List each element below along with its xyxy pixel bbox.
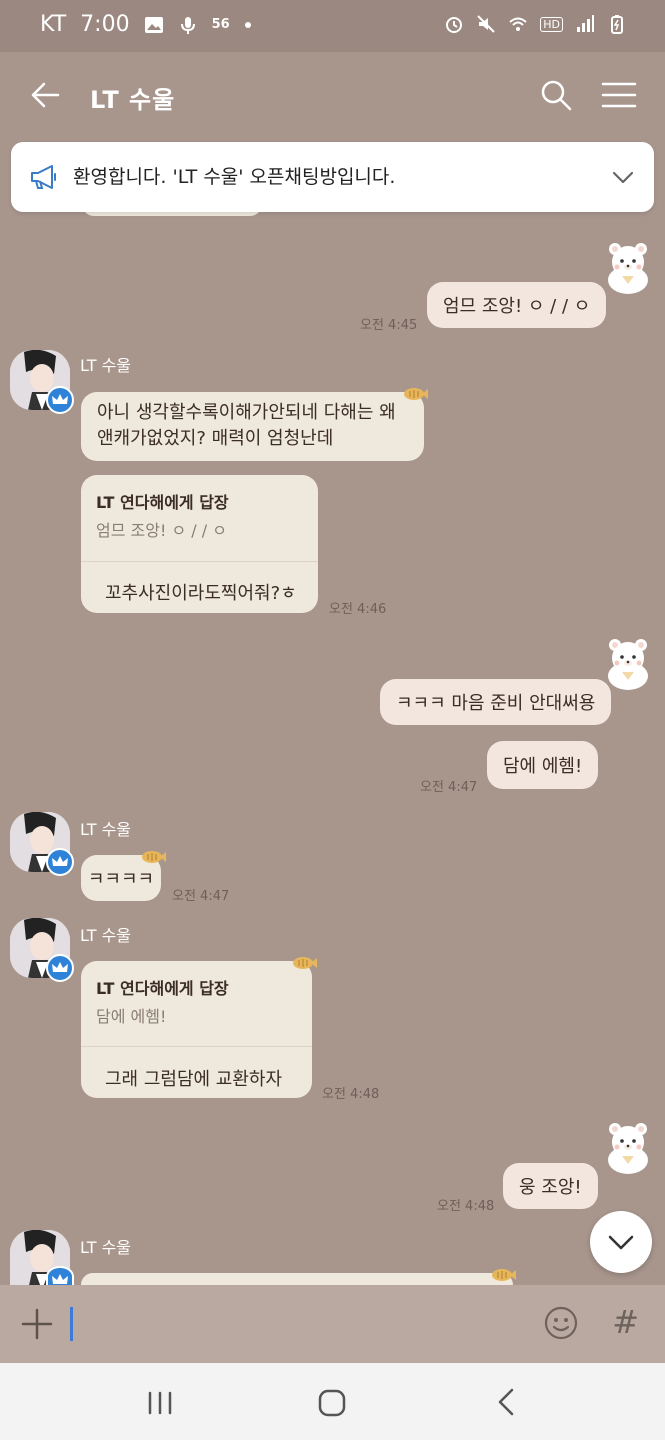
reply-divider [81, 561, 318, 562]
notice-text: 환영합니다. 'LT 수울' 오픈채팅방입니다. [73, 166, 396, 188]
fish-bread-icon [142, 851, 166, 863]
battery-icon [611, 15, 623, 34]
plus-icon[interactable] [20, 1307, 54, 1341]
hd-badge: HD [540, 16, 563, 32]
emoticon-icon[interactable] [543, 1305, 579, 1341]
reply-message-bubble[interactable]: LT 연다해에게 답장 담에 에헴! 그래 그럼담에 교환하자 [81, 961, 312, 1098]
crown-badge-icon [46, 848, 74, 876]
my-message-bubble[interactable]: 담에 에헴! [487, 741, 599, 789]
sender-name: LT 수울 [80, 356, 132, 375]
recent-apps-icon[interactable] [146, 1391, 174, 1415]
mute-icon [477, 15, 495, 33]
dot-icon [244, 21, 251, 28]
bear-profile-icon [608, 1123, 648, 1174]
scroll-down-button[interactable] [590, 1211, 652, 1273]
mic-icon [180, 16, 195, 34]
chat-title: LT 수울 [90, 86, 176, 114]
reply-quote: 엄므 조앙! ㅇ / / ㅇ [96, 521, 227, 540]
message-time: 오전 4:47 [420, 780, 478, 795]
reply-text: 꼬추사진이라도찍어줘?ㅎ [105, 583, 297, 604]
reply-text: 그래 그럼담에 교환하자 [105, 1069, 283, 1090]
reply-divider [81, 1046, 312, 1047]
gallery-icon [144, 16, 163, 33]
crown-badge-icon [46, 954, 74, 982]
reply-header: LT 연다해에게 답장 [96, 493, 229, 512]
reply-quote: 담에 에헴! [96, 1007, 167, 1026]
crown-badge-icon [46, 1266, 74, 1287]
notice-banner[interactable]: 환영합니다. 'LT 수울' 오픈채팅방입니다. [11, 142, 654, 212]
bear-profile-icon [608, 639, 648, 690]
other-message-bubble[interactable] [81, 1273, 513, 1285]
reply-message-bubble[interactable]: LT 연다해에게 답장 엄므 조앙! ㅇ / / ㅇ 꼬추사진이라도찍어줘?ㅎ [81, 475, 318, 613]
hashtag-button[interactable]: # [612, 1303, 639, 1341]
message-time: 오전 4:48 [437, 1199, 495, 1214]
my-message-bubble[interactable]: 엄므 조앙! ㅇ / / ㅇ [427, 282, 607, 328]
fish-bread-icon [404, 388, 428, 400]
message-time: 오전 4:48 [322, 1087, 380, 1102]
message-line-2: 앤캐가없었지? 매력이 엄청난데 [97, 428, 334, 449]
chat-header: LT 수울 [0, 52, 665, 140]
fish-bread-icon [293, 957, 317, 969]
search-icon[interactable] [539, 78, 573, 112]
back-icon[interactable] [494, 1387, 518, 1417]
clock: 7:00 [80, 12, 130, 37]
home-icon[interactable] [318, 1389, 346, 1417]
chevron-down-icon [608, 1235, 634, 1250]
message-line-1: 아니 생각할수록이해가안되네 다해는 왜 [97, 402, 396, 423]
menu-icon[interactable] [601, 78, 637, 112]
bear-profile-icon [608, 243, 648, 294]
message-time: 오전 4:47 [172, 889, 230, 904]
sender-name: LT 수울 [80, 1238, 132, 1257]
reply-header: LT 연다해에게 답장 [96, 979, 229, 998]
message-time: 오전 4:46 [329, 602, 387, 617]
message-time: 오전 4:45 [360, 318, 418, 333]
status-bar: KT 7:00 56 HD [0, 0, 665, 52]
sender-name: LT 수울 [80, 820, 132, 839]
message-input-bar: # [0, 1285, 665, 1363]
my-message-bubble[interactable]: 웅 조앙! [503, 1163, 598, 1209]
network-badge: 56 [211, 17, 230, 32]
crown-badge-icon [46, 386, 74, 414]
my-message-bubble[interactable]: ㅋㅋㅋ 마음 준비 안대써용 [380, 679, 612, 725]
carrier-label: KT [40, 12, 67, 37]
system-nav-bar [0, 1363, 665, 1440]
alarm-icon [446, 17, 463, 33]
sender-name: LT 수울 [80, 926, 132, 945]
wifi-icon [509, 17, 527, 31]
signal-icon [577, 15, 594, 32]
fish-bread-icon [492, 1269, 516, 1281]
chevron-down-icon[interactable] [610, 164, 636, 190]
text-input-cursor[interactable] [70, 1307, 73, 1341]
back-arrow-icon[interactable] [28, 78, 62, 112]
other-message-bubble[interactable]: 아니 생각할수록이해가안되네 다해는 왜 앤캐가없었지? 매력이 엄청난데 [81, 392, 424, 461]
megaphone-icon [31, 165, 56, 189]
